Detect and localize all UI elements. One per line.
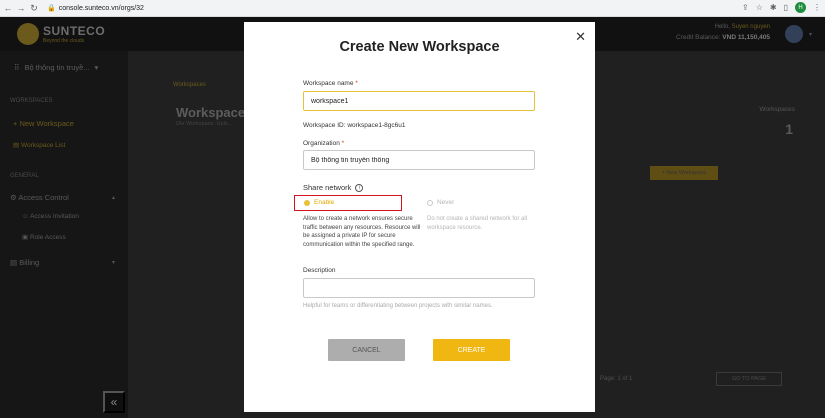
radio-enable[interactable]: Enable [304,199,334,206]
extensions-icon[interactable]: ✱ [770,3,777,12]
logo-name: SUNTECO [43,24,106,38]
section-workspaces: WORKSPACES [10,98,53,104]
lock-icon[interactable]: 🔒 [47,4,56,12]
radio-never[interactable]: Never [427,199,454,206]
pagination-status: Page: 1 of 1 [600,376,633,382]
new-workspace-button[interactable]: + New Workspace [650,166,718,180]
shield-icon: ▣ [22,234,29,241]
workspace-count: 1 [785,121,793,137]
sidebar-item-role-access[interactable]: ▣ Role Access [22,233,66,241]
organization-input[interactable] [303,150,535,170]
cancel-button[interactable]: CANCEL [328,339,405,361]
share-icon[interactable]: ⇪ [742,3,749,12]
new-workspace-link[interactable]: + New Workspace [13,119,74,128]
radio-selected-icon [304,199,310,206]
greeting: Hello, Suyen nguyen [714,24,770,30]
collapse-sidebar-button[interactable]: « [103,391,125,413]
user-avatar[interactable] [785,25,803,43]
user-icon: ☺ [22,213,29,220]
browser-toolbar: ← → ↻ 🔒 console.sunteco.vn/orgs/32 ⇪ ☆ ✱… [0,0,825,17]
billing-icon: ▤ [10,258,18,267]
kebab-menu-icon[interactable]: ⋮ [813,3,821,12]
reload-icon[interactable]: ↻ [29,3,39,14]
star-icon[interactable]: ☆ [756,3,763,12]
workspace-count-label: Workspaces [759,106,795,113]
share-network-label: Share network i [303,183,364,192]
page-subtitle: Ole Workspace: Uplo... [176,121,233,127]
radio-unselected-icon [427,199,433,206]
list-icon: ▤ [13,142,20,149]
goto-page-button[interactable]: GO TO PAGE [716,372,782,386]
back-icon[interactable]: ← [3,3,13,13]
sidebar: ⠿ Bộ thông tin truyề... ▾ WORKSPACES + N… [0,51,128,418]
info-icon[interactable]: i [355,183,364,192]
enable-description: Allow to create a network ensures secure… [303,216,421,249]
breadcrumb[interactable]: Workspaces [173,82,206,88]
org-selector[interactable]: ⠿ Bộ thông tin truyề... ▾ [14,63,98,72]
gear-icon: ⚙ [10,193,17,202]
create-workspace-modal: ✕ Create New Workspace Workspace name * … [244,22,595,412]
logo-tagline: Beyond the clouds [43,38,85,44]
sunteco-logo[interactable]: SUNTECO Beyond the clouds [17,23,105,45]
org-icon: ⠿ [14,63,20,72]
chevron-down-icon: ▾ [112,260,116,266]
never-description: Do not create a shared network for all w… [427,216,528,231]
address-bar[interactable]: console.sunteco.vn/orgs/32 [59,5,144,12]
chevron-down-icon: ▾ [94,63,99,72]
modal-title: Create New Workspace [339,39,500,55]
forward-icon[interactable]: → [16,3,26,13]
browser-actions: ⇪ ☆ ✱ ▯ H ⋮ [742,2,821,13]
description-label: Description [303,267,336,274]
sidepanel-icon[interactable]: ▯ [784,3,788,12]
description-helper: Helpful for teams or differentiating bet… [303,303,493,309]
credit-balance: Credit Balance: VND 11,150,405 [676,34,770,41]
workspace-name-label: Workspace name * [303,80,358,87]
create-button[interactable]: CREATE [433,339,510,361]
sidebar-item-workspace-list[interactable]: ▤ Workspace List [13,141,65,149]
logo-sun-icon [17,23,39,45]
organization-label: Organization * [303,140,345,147]
workspace-id: Workspace ID: workspace1-8gc6u1 [303,122,406,129]
page-title: Workspaces [176,105,253,120]
chevron-up-icon: ▴ [112,195,116,201]
sidebar-item-billing[interactable]: ▤ Billing [10,258,39,267]
sidebar-item-access-invitation[interactable]: ☺ Access Invitation [22,213,79,220]
section-general: GENERAL [10,173,39,179]
sidebar-item-access-control[interactable]: ⚙ Access Control [10,193,69,202]
description-input[interactable] [303,278,535,298]
workspace-name-input[interactable] [303,91,535,111]
chevron-down-icon[interactable]: ▾ [809,31,812,38]
profile-avatar[interactable]: H [795,2,806,13]
